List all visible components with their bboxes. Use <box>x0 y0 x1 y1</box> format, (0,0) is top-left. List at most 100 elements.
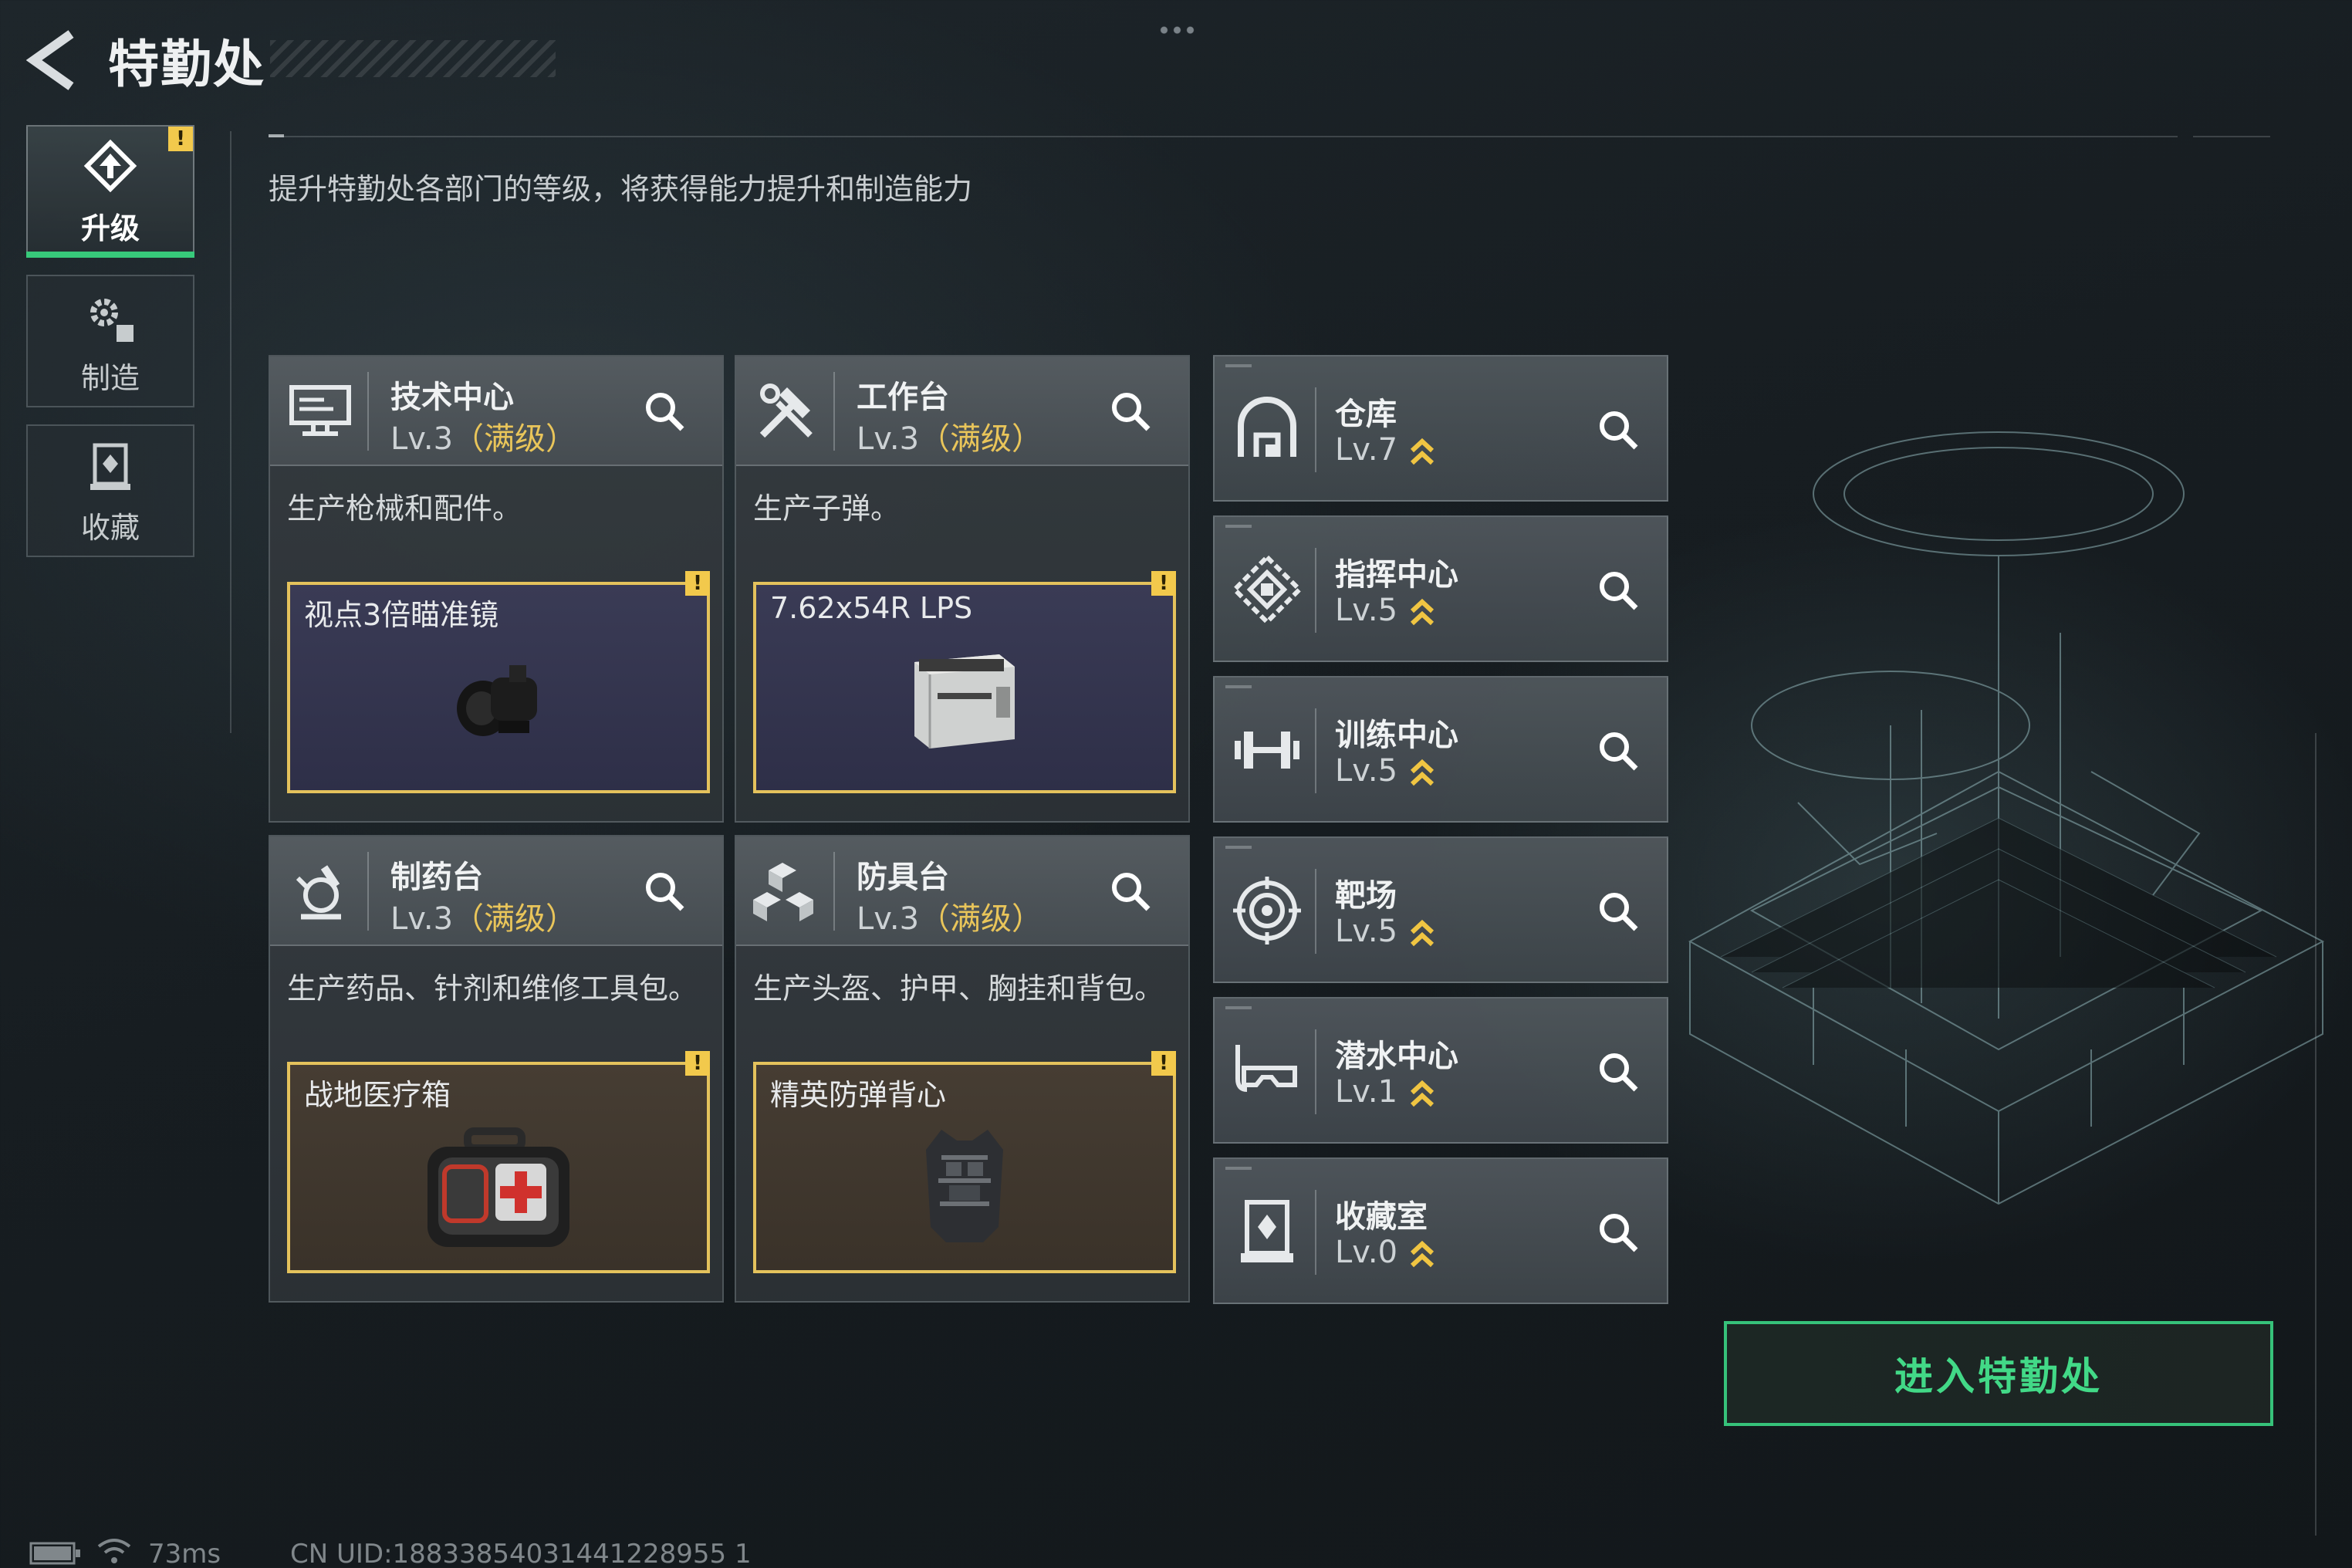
command-icon <box>1231 553 1303 626</box>
separator <box>1315 387 1316 472</box>
upgrade-icon <box>83 139 137 192</box>
search-icon[interactable] <box>1103 864 1157 918</box>
search-icon[interactable] <box>1591 563 1645 617</box>
facility-level: Lv.1 <box>1335 1074 1398 1110</box>
dept-name: 技术中心 <box>390 380 514 415</box>
search-icon[interactable] <box>1591 1205 1645 1259</box>
separator <box>833 372 835 451</box>
alert-badge: ! <box>1151 1051 1176 1076</box>
dept-description: 生产子弹。 <box>753 492 901 525</box>
craft-item-slot[interactable]: 精英防弹背心 ! <box>753 1051 1176 1273</box>
dept-name: 防具台 <box>857 860 949 895</box>
more-menu-dots[interactable] <box>1157 26 1196 34</box>
search-icon[interactable] <box>1591 884 1645 938</box>
title-decoration <box>270 40 556 77</box>
tab-upgrade[interactable]: 升级 ! <box>26 125 194 258</box>
enter-special-ops-button[interactable]: 进入特勤处 <box>1724 1321 2273 1426</box>
facility-name: 仓库 <box>1335 397 1397 432</box>
facility-diving-center[interactable]: 潜水中心 Lv.1 <box>1213 997 1668 1144</box>
dept-name: 制药台 <box>390 860 483 895</box>
corner-mark <box>1225 1006 1252 1009</box>
collection-icon <box>1241 1200 1293 1262</box>
item-name: 7.62x54R LPS <box>770 591 973 625</box>
facility-level: Lv.0 <box>1335 1235 1398 1270</box>
corner-mark <box>1225 364 1252 367</box>
facility-level: Lv.5 <box>1335 914 1398 949</box>
dept-card-tech-center: 技术中心 Lv.3（满级） 生产枪械和配件。 视点3倍瞄准镜 ! <box>269 355 724 823</box>
item-name: 视点3倍瞄准镜 <box>304 598 499 632</box>
alert-badge: ! <box>685 571 710 596</box>
tab-craft[interactable]: 制造 <box>26 275 194 407</box>
item-name: 精英防弹背心 <box>770 1078 947 1112</box>
search-icon[interactable] <box>637 384 691 438</box>
facility-collection-room[interactable]: 收藏室 Lv.0 <box>1213 1157 1668 1304</box>
facility-level: Lv.5 <box>1335 753 1398 789</box>
dept-card-workbench: 工作台 Lv.3（满级） 生产子弹。 7.62x54R LPS ! <box>735 355 1190 823</box>
scope-image <box>457 665 537 736</box>
facility-training-center[interactable]: 训练中心 Lv.5 <box>1213 676 1668 823</box>
level-value: Lv.3 <box>857 901 920 937</box>
enter-button-label: 进入特勤处 <box>1894 1354 2103 1399</box>
separator <box>367 372 369 451</box>
alert-badge: ! <box>168 127 193 151</box>
medkit-image <box>427 1127 569 1247</box>
user-uid: CN UID:18833854031441228955 1 <box>290 1539 752 1568</box>
search-icon[interactable] <box>637 864 691 918</box>
warehouse-icon <box>1238 397 1296 457</box>
facility-warehouse[interactable]: 仓库 Lv.7 <box>1213 355 1668 502</box>
collection-case-icon <box>90 443 130 490</box>
facility-name: 靶场 <box>1335 878 1397 914</box>
separator <box>1315 869 1316 954</box>
search-icon[interactable] <box>1591 1045 1645 1099</box>
upgrade-available-icon <box>1410 598 1435 626</box>
facility-level: Lv.7 <box>1335 432 1398 468</box>
facility-name: 收藏室 <box>1335 1199 1428 1235</box>
max-level-tag: （满级） <box>453 901 577 937</box>
vest-image <box>926 1130 1003 1242</box>
upgrade-available-icon <box>1410 438 1435 465</box>
search-icon[interactable] <box>1591 724 1645 778</box>
facility-command-center[interactable]: 指挥中心 Lv.5 <box>1213 515 1668 662</box>
battery-icon <box>29 1542 80 1565</box>
craft-item-slot[interactable]: 战地医疗箱 ! <box>287 1051 710 1273</box>
dept-description: 生产头盔、护甲、胸挂和背包。 <box>753 972 1164 1005</box>
max-level-tag: （满级） <box>919 421 1043 457</box>
dept-header[interactable]: 防具台 Lv.3（满级） <box>736 836 1188 946</box>
max-level-tag: （满级） <box>919 901 1043 937</box>
tab-label: 收藏 <box>80 510 140 545</box>
dept-header[interactable]: 工作台 Lv.3（满级） <box>736 357 1188 466</box>
facility-shooting-range[interactable]: 靶场 Lv.5 <box>1213 836 1668 983</box>
tab-collection[interactable]: 收藏 <box>26 424 194 557</box>
facility-name: 指挥中心 <box>1335 557 1458 593</box>
upgrade-available-icon <box>1410 759 1435 786</box>
alert-badge: ! <box>1151 571 1176 596</box>
corner-mark <box>1225 685 1252 688</box>
dept-level: Lv.3（满级） <box>857 894 1043 938</box>
craft-item-slot[interactable]: 视点3倍瞄准镜 ! <box>287 571 710 793</box>
tab-label: 升级 <box>80 211 140 245</box>
back-arrow-icon[interactable] <box>26 29 80 91</box>
diving-mask-icon <box>1235 1045 1297 1092</box>
search-icon[interactable] <box>1103 384 1157 438</box>
tools-icon <box>759 384 813 438</box>
dept-level: Lv.3（满级） <box>390 414 576 458</box>
divider-line-right <box>2193 136 2270 137</box>
target-icon <box>1233 877 1301 945</box>
dept-header[interactable]: 制药台 Lv.3（满级） <box>270 836 722 946</box>
facility-level: Lv.5 <box>1335 593 1398 628</box>
gears-icon <box>90 298 133 342</box>
separator <box>1315 1029 1316 1114</box>
craft-item-slot[interactable]: 7.62x54R LPS ! <box>753 571 1176 793</box>
ammo-box-image <box>914 654 1015 749</box>
dept-card-armor: 防具台 Lv.3（满级） 生产头盔、护甲、胸挂和背包。 精英防弹背心 ! <box>735 835 1190 1303</box>
facility-name: 潜水中心 <box>1335 1039 1458 1074</box>
frame-line-right <box>2315 733 2317 1536</box>
upgrade-available-icon <box>1410 919 1435 947</box>
divider-accent <box>269 134 284 137</box>
corner-mark <box>1225 1167 1252 1170</box>
dept-header[interactable]: 技术中心 Lv.3（满级） <box>270 357 722 466</box>
separator <box>833 852 835 931</box>
search-icon[interactable] <box>1591 403 1645 457</box>
nav-divider <box>230 131 231 733</box>
dumbbell-icon <box>1235 732 1299 769</box>
